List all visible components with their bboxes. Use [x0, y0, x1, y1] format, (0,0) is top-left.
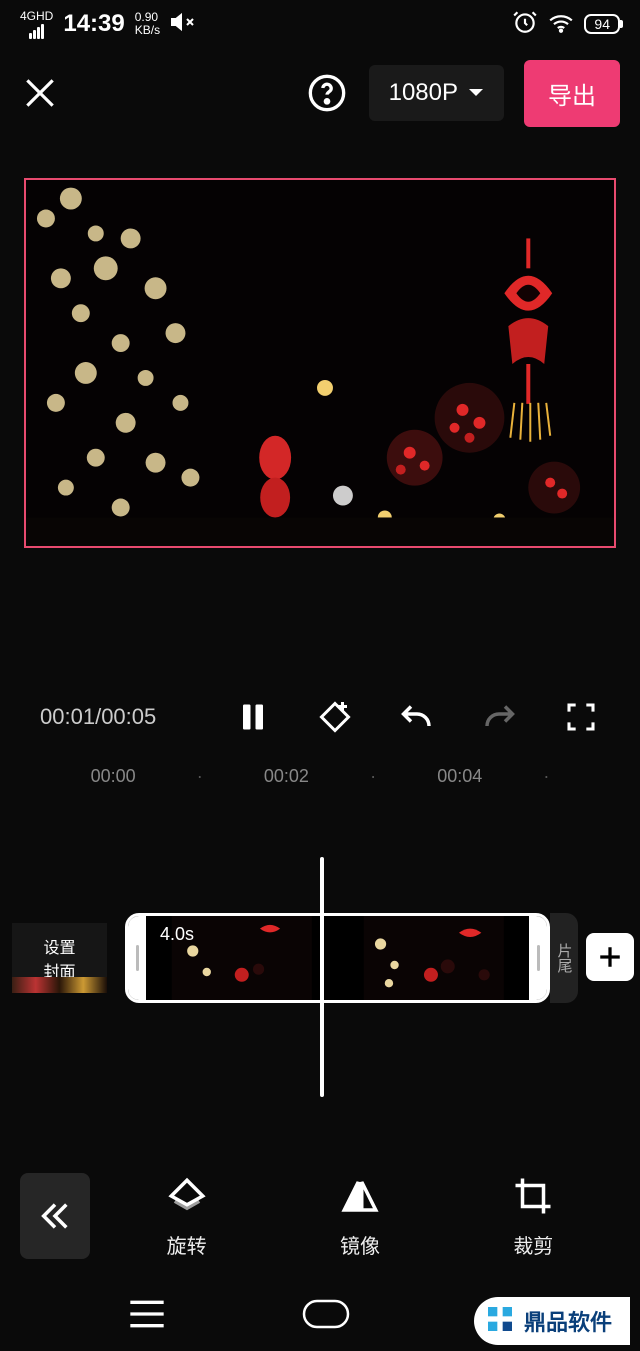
mirror-tool[interactable]: 镜像: [338, 1174, 382, 1259]
wifi-icon: [548, 9, 574, 40]
keyframe-button[interactable]: [316, 698, 354, 736]
playhead[interactable]: [320, 857, 324, 1097]
chevron-down-icon: [468, 88, 484, 98]
resolution-selector[interactable]: 1080P: [369, 65, 504, 121]
timeline-ruler: 00:00 · 00:02 · 00:04 ·: [0, 766, 640, 787]
clip-handle-right[interactable]: [529, 916, 547, 1000]
system-nav-bar: 鼎品软件: [0, 1281, 640, 1351]
export-button[interactable]: 导出: [524, 60, 620, 127]
watermark-badge: 鼎品软件: [474, 1297, 630, 1345]
toolbar-back-button[interactable]: [20, 1173, 90, 1259]
close-button[interactable]: [20, 73, 60, 113]
mirror-icon: [338, 1174, 382, 1218]
clip-frame: [338, 916, 530, 1000]
crop-icon: [511, 1174, 555, 1218]
undo-button[interactable]: [398, 698, 436, 736]
network-type: 4GHD: [20, 10, 53, 22]
set-cover-button[interactable]: 设置 封面: [12, 923, 107, 993]
redo-button[interactable]: [480, 698, 518, 736]
add-clip-button[interactable]: [586, 933, 634, 981]
rotate-tool[interactable]: 旋转: [165, 1174, 209, 1259]
clip-duration: 4.0s: [160, 924, 194, 945]
clip-tail[interactable]: 片尾: [550, 913, 578, 1003]
alarm-icon: [512, 9, 538, 40]
volume-muted-icon: [170, 10, 194, 39]
status-bar: 4GHD 14:39 0.90 KB/s 94: [0, 0, 640, 48]
clip-handle-left[interactable]: [128, 916, 146, 1000]
battery-level: 94: [584, 14, 620, 34]
timeline[interactable]: 设置 封面 4.0s 片尾: [0, 857, 640, 1117]
nav-menu-button[interactable]: [127, 1299, 167, 1334]
resolution-value: 1080P: [389, 79, 458, 107]
crop-tool[interactable]: 裁剪: [511, 1174, 555, 1259]
rotate-icon: [165, 1174, 209, 1218]
clock-time: 14:39: [63, 10, 124, 38]
fullscreen-button[interactable]: [562, 698, 600, 736]
pause-button[interactable]: [234, 698, 272, 736]
signal-bars-icon: [29, 24, 44, 39]
playback-controls: 00:01/00:05: [0, 698, 640, 736]
video-clip[interactable]: 4.0s: [125, 913, 550, 1003]
network-speed: 0.90 KB/s: [135, 11, 160, 37]
playback-time: 00:01/00:05: [40, 704, 234, 730]
edit-toolbar: 旋转 镜像 裁剪: [0, 1151, 640, 1281]
preview-area: [0, 138, 640, 548]
editor-top-bar: 1080P 导出: [0, 48, 640, 138]
nav-home-button[interactable]: [302, 1299, 350, 1334]
video-preview[interactable]: [24, 178, 616, 548]
help-button[interactable]: [305, 71, 349, 115]
